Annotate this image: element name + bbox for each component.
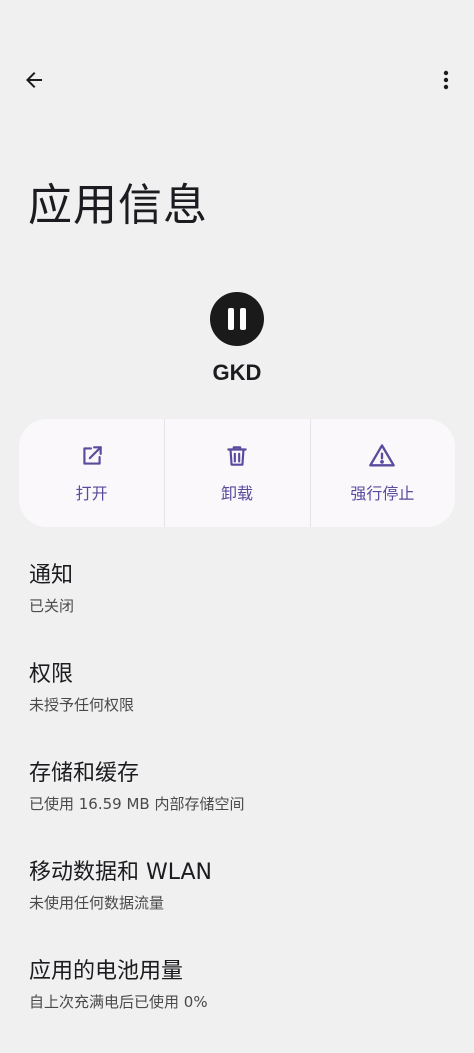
list-item-title: 存储和缓存	[29, 761, 140, 786]
list-item-notifications[interactable]: 通知 已关闭	[0, 555, 474, 654]
app-icon	[210, 292, 264, 346]
app-info-screen: 应用信息 GKD 打开 卸载 强行停止 通知 已关闭 权限 未授予任何权限 存储…	[0, 0, 474, 1053]
list-item-title: 通知	[29, 563, 74, 588]
list-item-subtitle: 未使用任何数据流量	[29, 894, 165, 912]
force-stop-button[interactable]: 强行停止	[309, 419, 455, 527]
list-item-mobile-data[interactable]: 移动数据和 WLAN 未使用任何数据流量	[0, 852, 474, 951]
top-app-bar	[0, 56, 474, 104]
arrow-back-icon	[26, 72, 42, 88]
list-item-permissions[interactable]: 权限 未授予任何权限	[0, 654, 474, 753]
uninstall-label: 卸载	[220, 484, 253, 503]
list-item-title: 应用的电池用量	[29, 959, 184, 984]
open-button[interactable]: 打开	[19, 419, 164, 527]
list-item-battery[interactable]: 应用的电池用量 自上次充满电后已使用 0%	[0, 951, 474, 1050]
back-button[interactable]	[14, 56, 54, 104]
pause-icon	[225, 308, 249, 330]
list-item-title: 权限	[29, 662, 74, 687]
open-external-icon	[78, 442, 106, 470]
action-buttons-panel: 打开 卸载 强行停止	[19, 419, 455, 527]
list-item-subtitle: 已关闭	[29, 597, 75, 615]
list-item-subtitle: 未授予任何权限	[29, 696, 135, 714]
open-label: 打开	[75, 484, 108, 503]
list-item-subtitle: 已使用 16.59 MB 内部存储空间	[29, 795, 245, 813]
warning-icon	[368, 442, 396, 470]
force-stop-label: 强行停止	[350, 484, 415, 503]
more-vert-icon	[443, 70, 449, 90]
settings-list: 通知 已关闭 权限 未授予任何权限 存储和缓存 已使用 16.59 MB 内部存…	[0, 555, 474, 1050]
uninstall-button[interactable]: 卸载	[164, 419, 309, 527]
more-options-button[interactable]	[430, 56, 462, 104]
app-name: GKD	[212, 360, 262, 385]
page-title: 应用信息	[28, 180, 208, 231]
list-item-title: 移动数据和 WLAN	[29, 860, 213, 885]
list-item-subtitle: 自上次充满电后已使用 0%	[29, 993, 208, 1011]
list-item-storage[interactable]: 存储和缓存 已使用 16.59 MB 内部存储空间	[0, 753, 474, 852]
trash-icon	[223, 442, 251, 470]
